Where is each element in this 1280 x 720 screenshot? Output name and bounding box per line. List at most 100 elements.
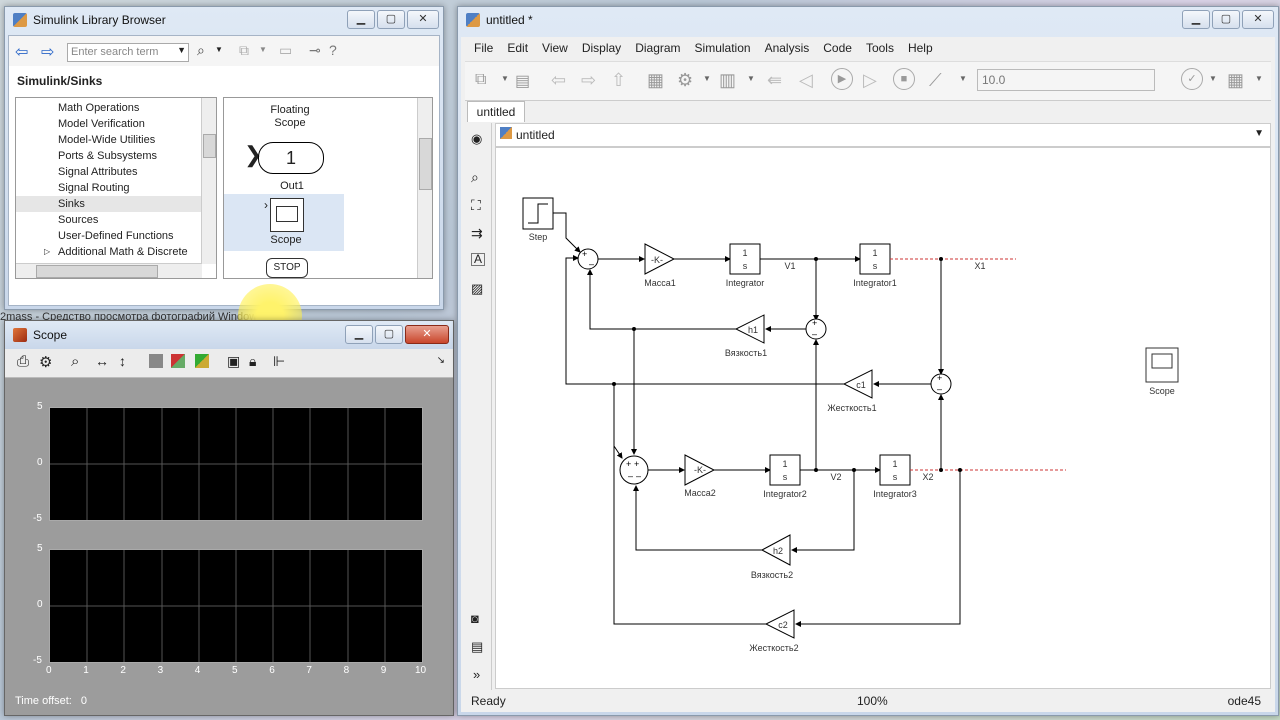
menu-analysis[interactable]: Analysis bbox=[758, 41, 817, 55]
zoom-in-icon[interactable]: ⌕ bbox=[471, 169, 479, 186]
new-model-icon[interactable]: ⧉ bbox=[239, 42, 249, 59]
tree-item[interactable]: Model Verification bbox=[16, 116, 216, 132]
scope-axes-top[interactable] bbox=[49, 407, 423, 521]
model-titlebar[interactable]: untitled * ▁ ▢ ✕ bbox=[458, 7, 1278, 33]
search-icon[interactable]: ⌕ bbox=[197, 42, 205, 59]
chevron-down-icon[interactable]: ▼ bbox=[259, 45, 267, 54]
expand-icon[interactable]: » bbox=[473, 667, 480, 682]
out1-block[interactable]: 1 bbox=[258, 142, 324, 174]
close-button[interactable]: ✕ bbox=[405, 325, 449, 344]
menu-file[interactable]: File bbox=[467, 41, 500, 55]
signal-selection-icon[interactable]: ⊩ bbox=[273, 353, 285, 370]
minimize-button[interactable]: ▁ bbox=[347, 10, 375, 29]
scope-axes-bottom[interactable] bbox=[49, 549, 423, 663]
restore-axes-icon[interactable] bbox=[195, 354, 209, 368]
lock-icon[interactable]: 🔒︎ bbox=[249, 353, 256, 370]
menu-tools[interactable]: Tools bbox=[859, 41, 901, 55]
model-canvas[interactable]: Step Масса1 -K- 1 s Integrator 1 s Integ… bbox=[495, 147, 1271, 689]
model-browser-icon[interactable]: ▤ bbox=[471, 639, 483, 655]
tree-item[interactable]: Signal Attributes bbox=[16, 164, 216, 180]
model-explorer-icon[interactable]: ▥ bbox=[719, 70, 736, 91]
model-advisor-icon[interactable]: ✓ bbox=[1181, 68, 1203, 90]
scope-block-selected[interactable]: › Scope bbox=[224, 194, 344, 251]
tree-item[interactable]: Model-Wide Utilities bbox=[16, 132, 216, 148]
breadcrumb-item[interactable]: untitled bbox=[516, 128, 555, 142]
save-axes-icon[interactable] bbox=[171, 354, 185, 368]
chevron-down-icon[interactable]: ▼ bbox=[501, 74, 509, 83]
tree-horizontal-scrollbar[interactable] bbox=[16, 263, 202, 278]
chevron-down-icon[interactable]: ▼ bbox=[215, 45, 223, 54]
gear-icon[interactable]: ⚙ bbox=[677, 70, 693, 91]
library-tree[interactable]: Math Operations Model Verification Model-W… bbox=[15, 97, 217, 279]
chevron-down-icon[interactable]: ▼ bbox=[177, 45, 186, 55]
new-model-icon[interactable]: ⧉ bbox=[475, 71, 486, 89]
run-icon[interactable]: ▶ bbox=[831, 68, 853, 90]
chevron-down-icon[interactable]: ▼ bbox=[959, 74, 967, 83]
floating-scope-label[interactable]: Floating Scope bbox=[266, 104, 314, 130]
maximize-button[interactable]: ▢ bbox=[375, 325, 403, 344]
open-folder-icon[interactable]: ▭ bbox=[279, 42, 292, 59]
annotation-icon[interactable]: A bbox=[471, 253, 485, 266]
menu-code[interactable]: Code bbox=[816, 41, 859, 55]
up-arrow-icon[interactable]: ⇧ bbox=[611, 70, 626, 91]
menu-edit[interactable]: Edit bbox=[500, 41, 535, 55]
fit-to-view-icon[interactable]: ⛶ bbox=[471, 197, 481, 214]
help-icon[interactable]: ? bbox=[329, 42, 337, 58]
autoscale-icon[interactable] bbox=[149, 354, 163, 368]
scope-titlebar[interactable]: Scope ▁ ▢ ✕ bbox=[5, 321, 453, 349]
back-arrow-icon[interactable]: ⇦ bbox=[551, 70, 566, 91]
chevron-down-icon[interactable]: ▼ bbox=[1209, 74, 1217, 83]
tab-untitled[interactable]: untitled bbox=[467, 101, 525, 122]
gear-icon[interactable]: ⚙ bbox=[39, 353, 52, 371]
expand-arrow-icon[interactable]: ▷ bbox=[44, 244, 50, 260]
camera-icon[interactable]: ◙ bbox=[471, 611, 479, 626]
forward-arrow-icon[interactable]: ⇨ bbox=[581, 70, 596, 91]
zoom-y-icon[interactable]: ↕ bbox=[119, 353, 126, 369]
chevron-down-icon[interactable]: ▼ bbox=[1254, 128, 1264, 139]
zoom-in-icon[interactable]: ⌕ bbox=[71, 353, 79, 370]
library-browser-icon[interactable]: ▦ bbox=[647, 70, 664, 91]
pin-icon[interactable]: ⊸ bbox=[309, 42, 321, 59]
menu-diagram[interactable]: Diagram bbox=[628, 41, 687, 55]
step-back-icon[interactable]: ◁ bbox=[799, 70, 813, 91]
minimize-button[interactable]: ▁ bbox=[1182, 10, 1210, 29]
library-blocks-panel[interactable]: Floating Scope ❯ 1 Out1 › Scope STOP bbox=[223, 97, 433, 279]
minimize-button[interactable]: ▁ bbox=[345, 325, 373, 344]
step-forward-icon[interactable]: ▷ bbox=[863, 70, 877, 91]
maximize-button[interactable]: ▢ bbox=[1212, 10, 1240, 29]
tree-item[interactable]: Ports & Subsystems bbox=[16, 148, 216, 164]
tree-vertical-scrollbar[interactable] bbox=[201, 98, 216, 264]
tree-item[interactable]: ▷ Additional Math & Discrete bbox=[16, 244, 216, 260]
close-button[interactable]: ✕ bbox=[407, 10, 439, 29]
tree-item[interactable]: Sources bbox=[16, 212, 216, 228]
stop-icon[interactable]: ■ bbox=[893, 68, 915, 90]
back-arrow-icon[interactable]: ⇦ bbox=[15, 42, 28, 62]
maximize-button[interactable]: ▢ bbox=[377, 10, 405, 29]
toolbar-arrow-icon[interactable]: ↘ bbox=[437, 355, 445, 366]
save-icon[interactable]: ▤ bbox=[515, 71, 530, 91]
build-icon[interactable]: ▦ bbox=[1227, 70, 1244, 91]
chevron-down-icon[interactable]: ▼ bbox=[703, 74, 711, 83]
floating-scope-icon[interactable]: ▣ bbox=[227, 353, 240, 370]
tree-item[interactable]: Sinks bbox=[16, 196, 216, 212]
data-inspector-icon[interactable]: ⟋ bbox=[929, 70, 942, 91]
stop-block[interactable]: STOP bbox=[266, 258, 308, 278]
search-input[interactable]: Enter search term ▼ bbox=[67, 43, 189, 62]
menu-view[interactable]: View bbox=[535, 41, 575, 55]
zoom-x-icon[interactable]: ↔ bbox=[95, 353, 109, 369]
print-icon[interactable]: ⎙ bbox=[17, 353, 29, 370]
block-diagram[interactable]: Step Масса1 -K- 1 s Integrator 1 s Integ… bbox=[496, 148, 1271, 688]
menu-display[interactable]: Display bbox=[575, 41, 628, 55]
library-browser-titlebar[interactable]: Simulink Library Browser ▁ ▢ ✕ bbox=[5, 7, 443, 33]
step-back-icon[interactable]: ⇚ bbox=[767, 70, 782, 91]
tree-item[interactable]: Signal Routing bbox=[16, 180, 216, 196]
hide-browser-icon[interactable]: ◉ bbox=[471, 131, 482, 147]
menu-simulation[interactable]: Simulation bbox=[688, 41, 758, 55]
forward-arrow-icon[interactable]: ⇨ bbox=[41, 42, 54, 62]
chevron-down-icon[interactable]: ▼ bbox=[747, 74, 755, 83]
arrow-right-icon[interactable]: ⇉ bbox=[471, 225, 483, 242]
chevron-down-icon[interactable]: ▼ bbox=[1255, 74, 1263, 83]
tree-item[interactable]: User-Defined Functions bbox=[16, 228, 216, 244]
blocks-scrollbar[interactable] bbox=[417, 98, 432, 278]
stop-time-input[interactable]: 10.0 bbox=[977, 69, 1155, 91]
